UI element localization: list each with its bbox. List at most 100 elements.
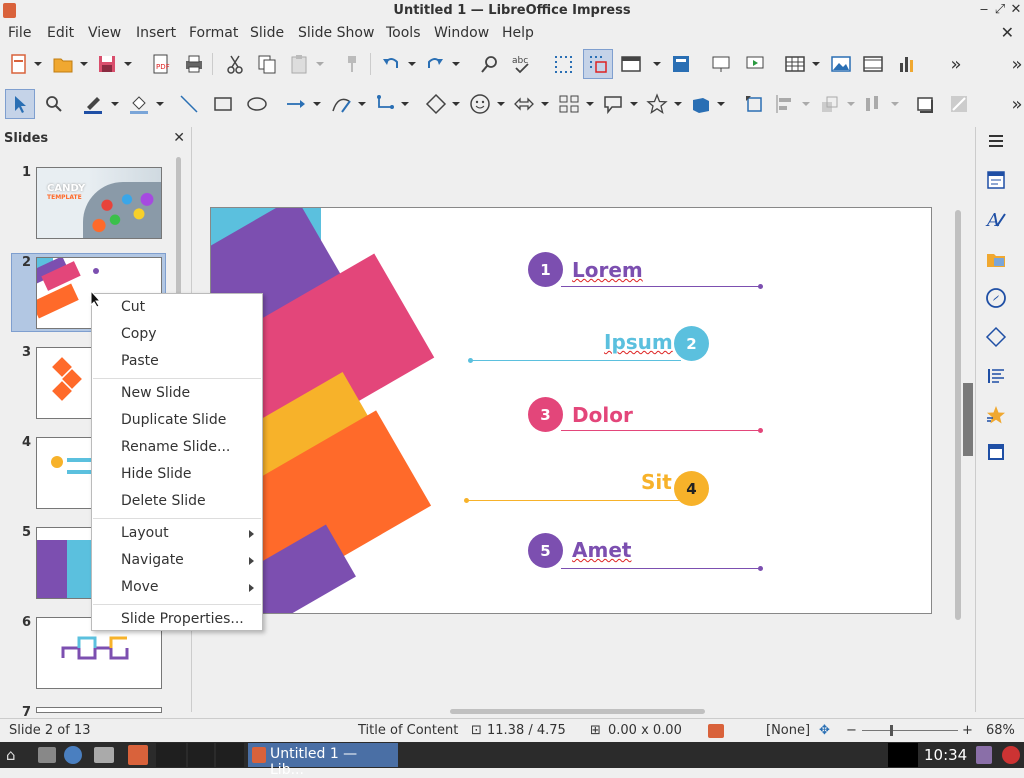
media-icon[interactable] xyxy=(860,51,886,77)
impress-launcher-icon[interactable] xyxy=(128,745,148,765)
menu-item-hide-slide[interactable]: Hide Slide xyxy=(121,466,192,482)
zoom-level[interactable]: 68% xyxy=(986,723,1015,738)
menu-tools[interactable]: Tools xyxy=(386,25,421,41)
paste-icon[interactable] xyxy=(286,51,312,77)
close-window-button[interactable]: ✕ xyxy=(1008,2,1024,17)
more-toolbar-icon[interactable]: » xyxy=(1004,51,1024,77)
clone-formatting-icon[interactable] xyxy=(339,51,365,77)
master-slide-icon[interactable] xyxy=(668,51,694,77)
callout-icon[interactable] xyxy=(600,91,626,117)
more-toolbar-icon[interactable]: » xyxy=(943,51,969,77)
curve-icon[interactable] xyxy=(328,91,354,117)
redo-dropdown[interactable] xyxy=(452,51,460,77)
slide-transition-icon[interactable] xyxy=(984,364,1008,388)
gallery-icon[interactable] xyxy=(984,247,1008,271)
menu-format[interactable]: Format xyxy=(189,25,238,41)
arrange-icon[interactable] xyxy=(817,91,843,117)
fill-color-dropdown[interactable] xyxy=(156,91,164,117)
print-icon[interactable] xyxy=(181,51,207,77)
workspace-3[interactable] xyxy=(216,743,244,767)
fit-slide-icon[interactable]: ✥ xyxy=(819,723,830,738)
copy-icon[interactable] xyxy=(254,51,280,77)
undo-icon[interactable] xyxy=(378,51,404,77)
slides-scrollbar[interactable] xyxy=(176,157,181,297)
open-folder-icon[interactable] xyxy=(50,51,76,77)
3d-objects-icon[interactable] xyxy=(688,91,714,117)
file-manager-icon[interactable] xyxy=(38,747,56,763)
line-icon[interactable] xyxy=(176,91,202,117)
rectangle-icon[interactable] xyxy=(210,91,236,117)
zoom-out-button[interactable]: − xyxy=(846,723,857,738)
horizontal-scrollbar[interactable] xyxy=(450,709,705,714)
redo-icon[interactable] xyxy=(422,51,448,77)
sidebar-toggle-handle[interactable] xyxy=(963,383,973,456)
animation-icon[interactable] xyxy=(984,403,1008,427)
undo-dropdown[interactable] xyxy=(408,51,416,77)
start-first-slide-icon[interactable] xyxy=(708,51,734,77)
menu-file[interactable]: File xyxy=(8,25,31,41)
save-dropdown[interactable] xyxy=(124,51,132,77)
curves-dropdown[interactable] xyxy=(358,91,366,117)
menu-item-paste[interactable]: Paste xyxy=(121,353,159,369)
menu-item-cut[interactable]: Cut xyxy=(121,299,145,315)
connectors-dropdown[interactable] xyxy=(401,91,409,117)
menu-item-layout[interactable]: Layout xyxy=(121,525,169,541)
image-icon[interactable] xyxy=(828,51,854,77)
close-document-button[interactable]: ✕ xyxy=(1001,23,1014,42)
folder-icon[interactable] xyxy=(94,747,114,763)
vertical-scrollbar[interactable] xyxy=(955,210,961,620)
fill-color-icon[interactable] xyxy=(126,91,152,117)
table-dropdown[interactable] xyxy=(812,51,820,77)
start-current-slide-icon[interactable] xyxy=(742,51,768,77)
slide-2[interactable]: 1 Lorem 2 Ipsum 3 Dolor 4 Sit 5 Amet xyxy=(210,207,932,614)
symbol-shapes-icon[interactable] xyxy=(467,91,493,117)
block-arrows-icon[interactable] xyxy=(511,91,537,117)
menu-item-new-slide[interactable]: New Slide xyxy=(121,385,190,401)
callouts-dropdown[interactable] xyxy=(630,91,638,117)
star-icon[interactable] xyxy=(644,91,670,117)
distribute-dropdown[interactable] xyxy=(891,91,899,117)
rotate-icon[interactable] xyxy=(741,91,767,117)
layout-name[interactable]: Title of Content xyxy=(358,723,458,738)
export-pdf-icon[interactable]: PDF xyxy=(148,51,174,77)
menu-insert[interactable]: Insert xyxy=(136,25,176,41)
master-slides-icon[interactable] xyxy=(984,440,1008,464)
flowchart-dropdown[interactable] xyxy=(586,91,594,117)
open-dropdown[interactable] xyxy=(80,51,88,77)
power-icon[interactable] xyxy=(1002,746,1020,764)
properties-icon[interactable] xyxy=(984,168,1008,192)
menu-item-slide-properties[interactable]: Slide Properties... xyxy=(121,611,244,627)
taskbar-task-impress[interactable]: Untitled 1 — Lib... xyxy=(248,743,398,778)
close-slides-panel-icon[interactable]: ✕ xyxy=(173,130,185,146)
arrange-dropdown[interactable] xyxy=(847,91,855,117)
display-views-icon[interactable] xyxy=(618,51,644,77)
arrow-line-icon[interactable] xyxy=(283,91,309,117)
basic-shapes-dropdown[interactable] xyxy=(452,91,460,117)
workspace-2[interactable] xyxy=(188,743,214,767)
menu-window[interactable]: Window xyxy=(434,25,489,41)
styles-icon[interactable]: A xyxy=(984,207,1008,231)
shapes-icon[interactable] xyxy=(984,325,1008,349)
basic-shapes-icon[interactable] xyxy=(423,91,449,117)
save-icon[interactable] xyxy=(94,51,120,77)
more-toolbar-icon[interactable]: » xyxy=(1004,91,1024,117)
menu-help[interactable]: Help xyxy=(502,25,534,41)
menu-item-navigate[interactable]: Navigate xyxy=(121,552,184,568)
line-color-icon[interactable] xyxy=(80,91,106,117)
menu-item-rename-slide[interactable]: Rename Slide... xyxy=(121,439,230,455)
cut-icon[interactable] xyxy=(222,51,248,77)
navigator-icon[interactable] xyxy=(984,286,1008,310)
menu-slide-show[interactable]: Slide Show xyxy=(298,25,374,41)
find-replace-icon[interactable] xyxy=(477,51,503,77)
3d-objects-dropdown[interactable] xyxy=(717,91,725,117)
workspace-1[interactable] xyxy=(156,743,186,767)
select-icon[interactable] xyxy=(5,89,35,119)
new-document-icon[interactable] xyxy=(6,51,32,77)
menu-edit[interactable]: Edit xyxy=(47,25,74,41)
shadow-icon[interactable] xyxy=(913,91,939,117)
zoom-slider-handle[interactable] xyxy=(890,725,893,736)
menu-item-copy[interactable]: Copy xyxy=(121,326,157,342)
align-icon[interactable] xyxy=(772,91,798,117)
chart-icon[interactable] xyxy=(894,51,920,77)
helplines-icon[interactable] xyxy=(583,49,613,79)
